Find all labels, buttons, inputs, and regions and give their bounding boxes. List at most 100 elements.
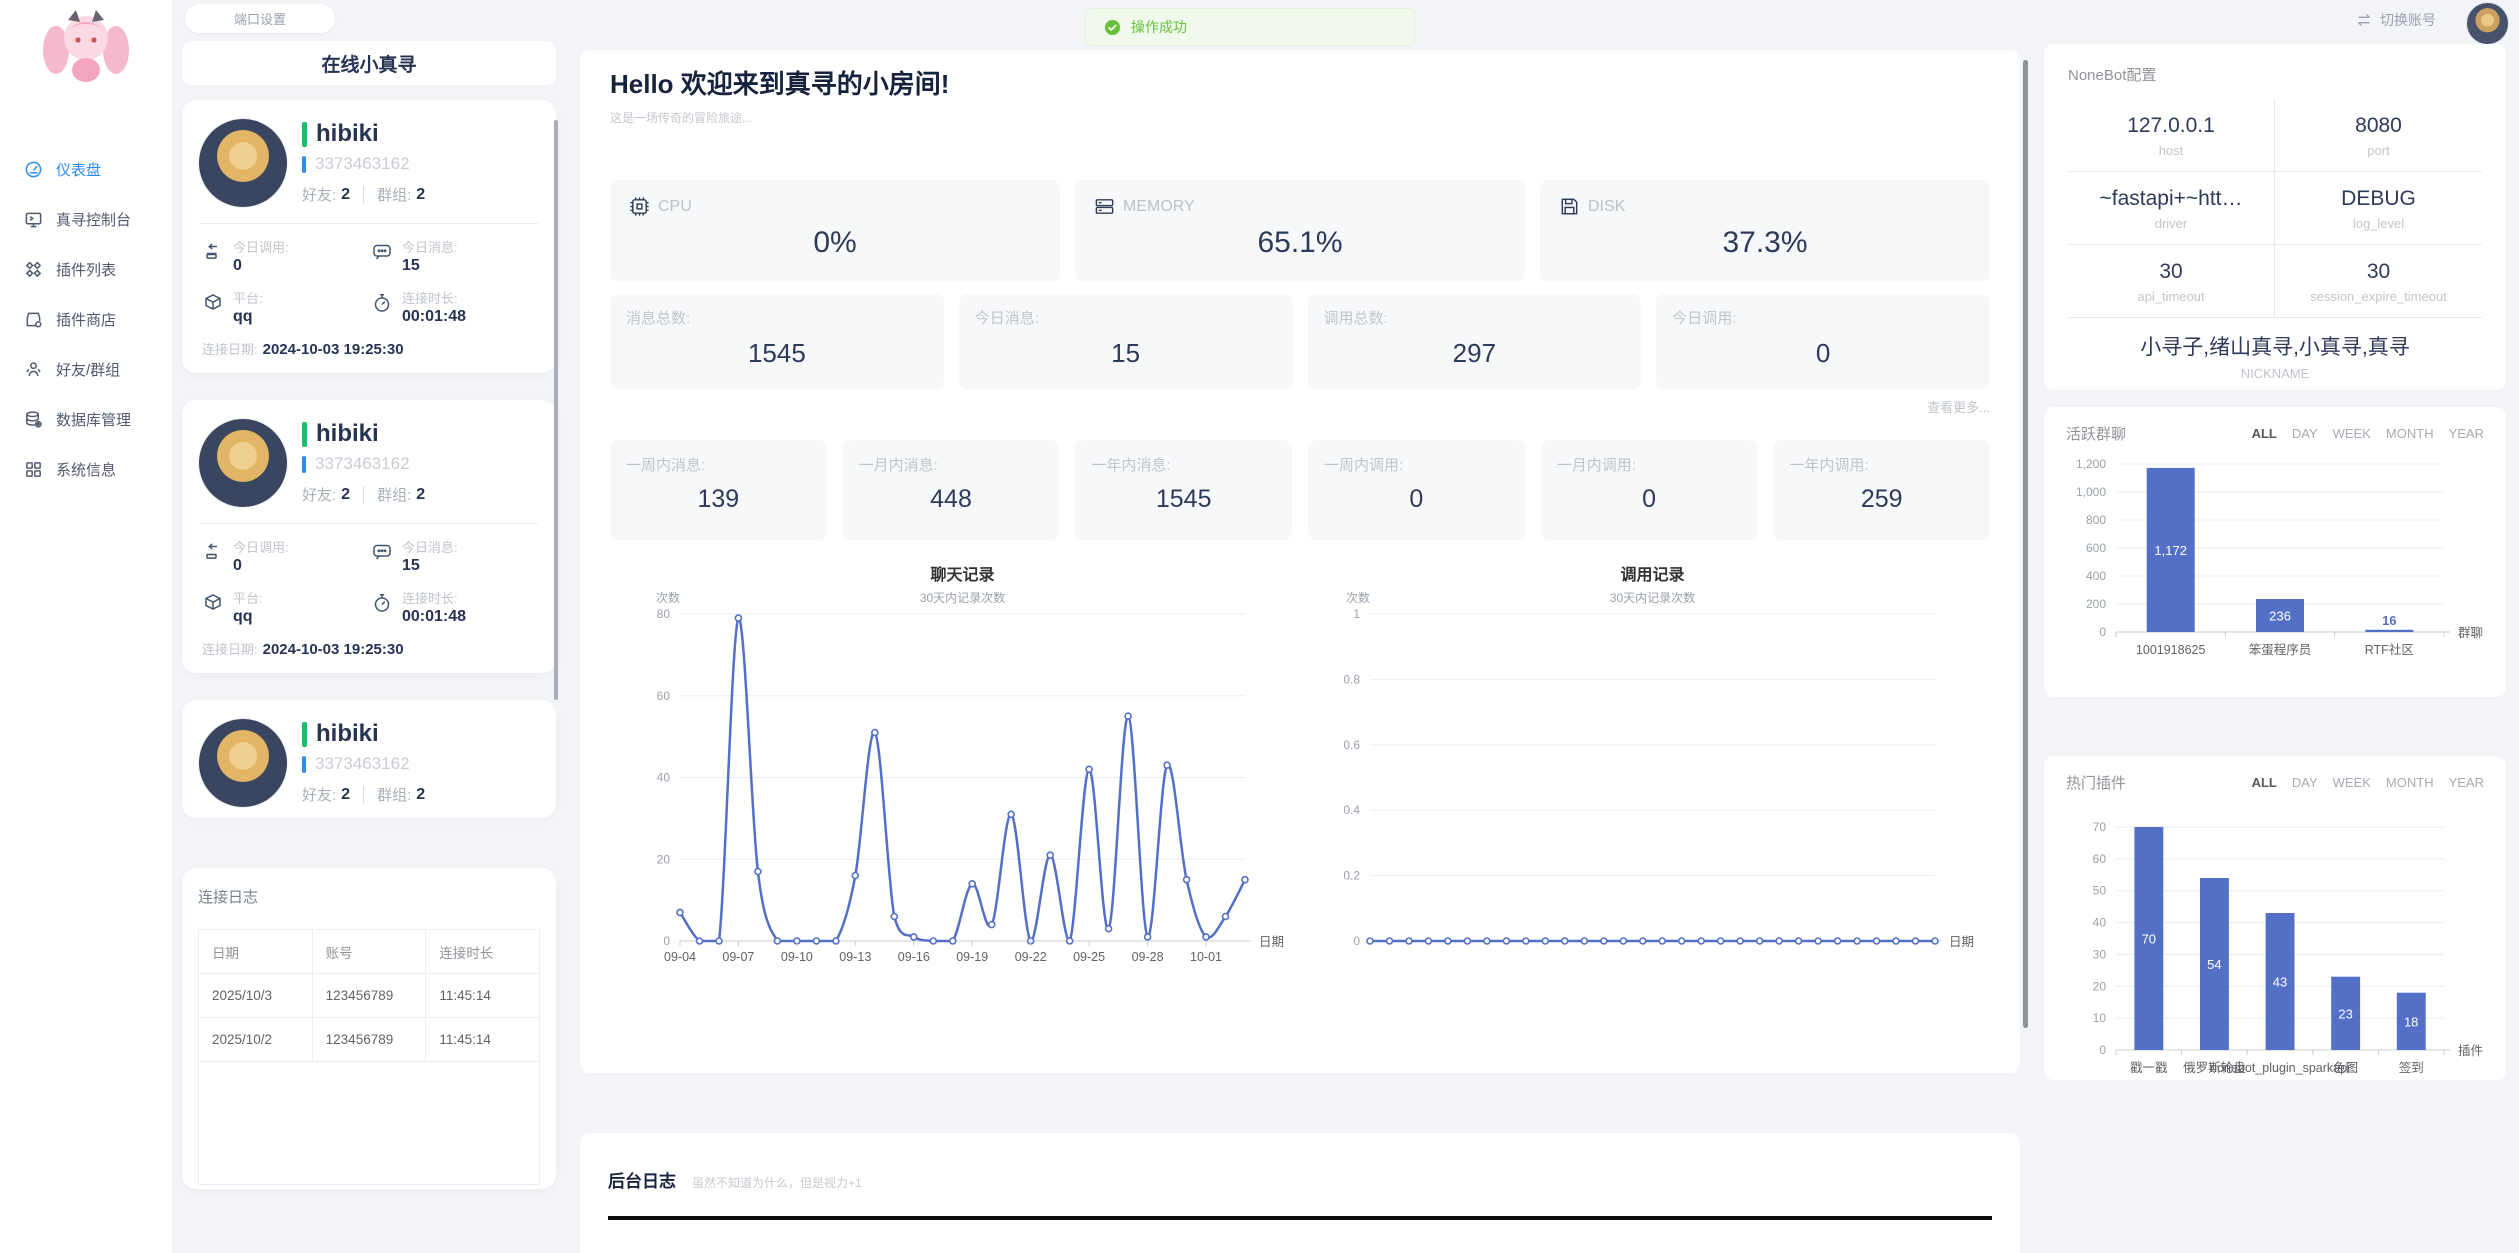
bot-card[interactable]: hibiki 3373463162 好友:2 群组:2 今日调用:0: [182, 100, 556, 373]
config-log-level: DEBUG log_level: [2275, 171, 2482, 244]
disk-card: DISK 37.3%: [1540, 180, 1990, 282]
account-avatar[interactable]: [2466, 2, 2509, 45]
tab-all[interactable]: ALL: [2252, 426, 2277, 441]
view-more-link[interactable]: 查看更多...: [610, 397, 1990, 416]
svg-text:23: 23: [2338, 1006, 2352, 1021]
sidebar-item-system-info[interactable]: 系统信息: [0, 444, 172, 494]
online-bots-header: 在线小真寻: [182, 41, 556, 85]
connection-log-title: 连接日志: [198, 886, 540, 907]
console-icon: [24, 210, 43, 229]
divider: [200, 523, 538, 524]
sidebar-item-label: 插件商店: [56, 309, 116, 330]
period-tabs: ALL DAY WEEK MONTH YEAR: [2252, 426, 2484, 441]
svg-text:20: 20: [657, 852, 671, 866]
today-message-icon: [371, 541, 393, 563]
tab-day[interactable]: DAY: [2292, 426, 2318, 441]
toast-message: 操作成功: [1131, 17, 1187, 37]
bot-name: hibiki: [316, 720, 379, 748]
svg-text:09-13: 09-13: [839, 950, 871, 964]
svg-text:0: 0: [663, 934, 670, 948]
config-port: 8080 port: [2275, 99, 2482, 171]
botlist-scrollbar[interactable]: [554, 120, 558, 700]
svg-text:签到: 签到: [2399, 1060, 2424, 1075]
duration-value: 00:01:48: [402, 308, 466, 326]
sidebar-item-console[interactable]: 真寻控制台: [0, 194, 172, 244]
cpu-icon: [628, 195, 651, 218]
qq-accent-bar: [302, 156, 306, 173]
sidebar-item-friends-groups[interactable]: 好友/群组: [0, 344, 172, 394]
svg-text:09-16: 09-16: [898, 950, 930, 964]
name-accent-bar: [302, 722, 307, 747]
groups-count: 2: [416, 486, 425, 504]
dashboard-gauge-icon: [24, 160, 43, 179]
bot-avatar: [198, 418, 288, 508]
sidebar-item-database[interactable]: 数据库管理: [0, 394, 172, 444]
today-messages-card: 今日消息: 15: [959, 294, 1293, 389]
svg-text:09-04: 09-04: [664, 950, 696, 964]
platform-icon: [202, 592, 224, 614]
tab-day[interactable]: DAY: [2292, 775, 2318, 790]
backend-log-card: 后台日志 虽然不知道为什么，但是视力+1: [580, 1133, 2020, 1253]
svg-text:16: 16: [2382, 613, 2396, 628]
sidebar-item-dashboard[interactable]: 仪表盘: [0, 144, 172, 194]
total-messages-value: 1545: [626, 338, 928, 369]
svg-text:70: 70: [2093, 820, 2107, 834]
svg-text:0: 0: [2099, 1043, 2106, 1057]
cpu-card: CPU 0%: [610, 180, 1060, 282]
groups-count: 2: [416, 186, 425, 204]
tab-all[interactable]: ALL: [2252, 775, 2277, 790]
charts-row: 聊天记录30天内记录次数次数020406080日期09-0409-0709-10…: [610, 556, 1990, 986]
tab-month[interactable]: MONTH: [2386, 775, 2434, 790]
config-api-timeout: 30 api_timeout: [2068, 244, 2275, 317]
port-settings-button[interactable]: 端口设置: [185, 4, 335, 33]
month-messages-card: 一月内消息: 448: [843, 440, 1060, 540]
main-scrollbar[interactable]: [2023, 60, 2028, 1028]
bot-card[interactable]: hibiki 3373463162 好友:2 群组:2: [182, 700, 556, 818]
svg-text:800: 800: [2086, 513, 2106, 527]
today-message-value: 15: [402, 257, 458, 275]
svg-text:nonebot_plugin_sparkapi: nonebot_plugin_sparkapi: [2210, 1061, 2350, 1075]
svg-text:0.4: 0.4: [1343, 803, 1360, 817]
svg-text:1,200: 1,200: [2076, 457, 2106, 471]
sidebar-item-label: 好友/群组: [56, 359, 120, 380]
svg-text:10: 10: [2093, 1011, 2107, 1025]
bot-card[interactable]: hibiki 3373463162 好友:2 群组:2 今日调用:0: [182, 400, 556, 673]
tab-year[interactable]: YEAR: [2449, 775, 2484, 790]
cpu-value: 0%: [628, 226, 1042, 260]
svg-text:60: 60: [657, 689, 671, 703]
backend-log-title: 后台日志: [608, 1167, 676, 1192]
bot-name: hibiki: [316, 420, 379, 448]
svg-text:0: 0: [2099, 625, 2106, 639]
qq-accent-bar: [302, 756, 306, 773]
sidebar-item-plugin-list[interactable]: 插件列表: [0, 244, 172, 294]
tab-week[interactable]: WEEK: [2333, 426, 2371, 441]
groups-label: 群组:: [377, 184, 411, 205]
friends-count: 2: [341, 786, 350, 804]
month-calls-card: 一月内调用: 0: [1541, 440, 1758, 540]
svg-text:09-22: 09-22: [1015, 950, 1047, 964]
log-table-empty-area: [198, 1062, 540, 1185]
tab-year[interactable]: YEAR: [2449, 426, 2484, 441]
bot-avatar: [198, 118, 288, 208]
svg-text:调用记录: 调用记录: [1620, 566, 1684, 584]
tab-month[interactable]: MONTH: [2386, 426, 2434, 441]
svg-text:30天内记录次数: 30天内记录次数: [1610, 590, 1695, 605]
svg-text:09-19: 09-19: [956, 950, 988, 964]
duration-value: 00:01:48: [402, 608, 466, 626]
svg-text:18: 18: [2404, 1014, 2418, 1029]
tab-week[interactable]: WEEK: [2333, 775, 2371, 790]
qq-accent-bar: [302, 456, 306, 473]
sidebar-item-plugin-store[interactable]: 插件商店: [0, 294, 172, 344]
totals-row: 消息总数: 1545 今日消息: 15 调用总数: 297 今日调用: 0: [610, 294, 1990, 389]
platform-icon: [202, 292, 224, 314]
name-accent-bar: [302, 122, 307, 147]
bot-qq: 3373463162: [315, 454, 410, 474]
today-calls-card: 今日调用: 0: [1656, 294, 1990, 389]
friends-label: 好友:: [302, 184, 336, 205]
switch-account-button[interactable]: 切换账号: [2355, 10, 2436, 30]
log-col-date: 日期: [199, 930, 313, 974]
svg-text:80: 80: [657, 607, 671, 621]
system-stats-row: CPU 0% MEMORY 65.1% DISK 37.3%: [610, 180, 1990, 282]
divider: [363, 786, 364, 804]
bot-name: hibiki: [316, 120, 379, 148]
